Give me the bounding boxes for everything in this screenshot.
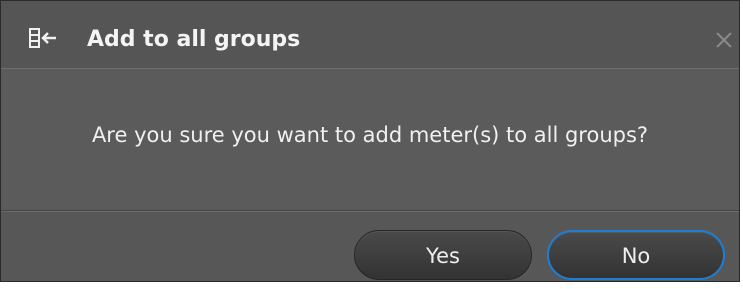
yes-button[interactable]: Yes [354,230,532,280]
no-button[interactable]: No [547,230,725,280]
close-icon[interactable] [715,31,733,49]
dialog-title: Add to all groups [87,27,301,52]
confirm-message: Are you sure you want to add meter(s) to… [91,123,649,147]
add-to-groups-icon [29,28,57,50]
confirm-dialog: Add to all groups Are you sure you want … [0,0,740,282]
dialog-content: Are you sure you want to add meter(s) to… [1,69,739,211]
dialog-titlebar: Add to all groups [1,1,739,69]
dialog-footer: Yes No [1,211,739,281]
